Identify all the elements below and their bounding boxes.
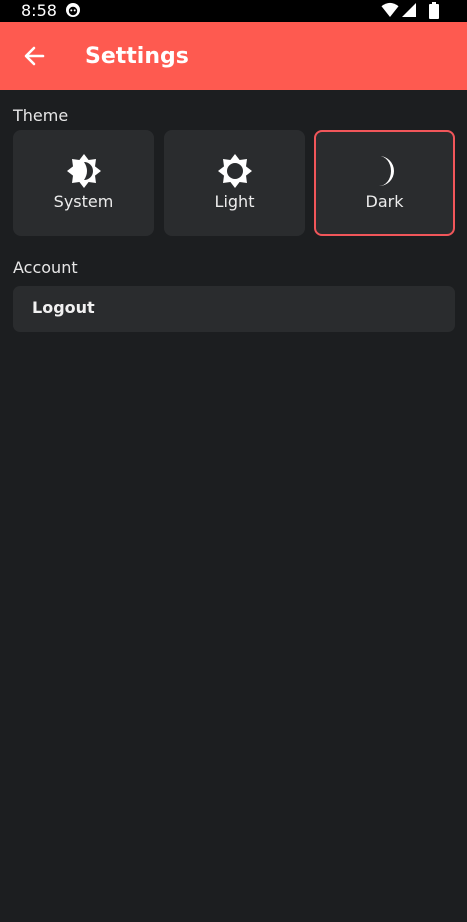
theme-option-dark[interactable]: Dark xyxy=(314,130,455,236)
app-bar: Settings xyxy=(0,22,467,90)
theme-option-system[interactable]: System xyxy=(13,130,154,236)
arrow-back-icon xyxy=(24,46,45,66)
theme-option-light[interactable]: Light xyxy=(164,130,305,236)
account-section-label: Account xyxy=(13,258,78,277)
theme-section-label: Theme xyxy=(13,106,69,125)
wifi-icon xyxy=(381,2,399,17)
theme-option-label: Dark xyxy=(365,192,404,211)
cell-signal-icon xyxy=(402,3,416,17)
logout-label: Logout xyxy=(32,298,95,317)
battery-icon xyxy=(429,2,439,19)
brightness-auto-icon xyxy=(65,152,103,190)
sun-icon xyxy=(216,152,254,190)
moon-icon xyxy=(366,152,404,190)
status-time: 8:58 xyxy=(21,1,57,20)
back-button[interactable] xyxy=(14,36,54,76)
status-bar: 8:58 xyxy=(0,0,467,22)
page-title: Settings xyxy=(85,44,189,69)
theme-option-label: System xyxy=(53,192,114,211)
notification-smiley-icon xyxy=(65,2,81,18)
settings-screen: 8:58 Settings Theme System Light Dark Ac… xyxy=(0,0,467,922)
logout-button[interactable]: Logout xyxy=(13,286,455,332)
theme-option-label: Light xyxy=(214,192,255,211)
